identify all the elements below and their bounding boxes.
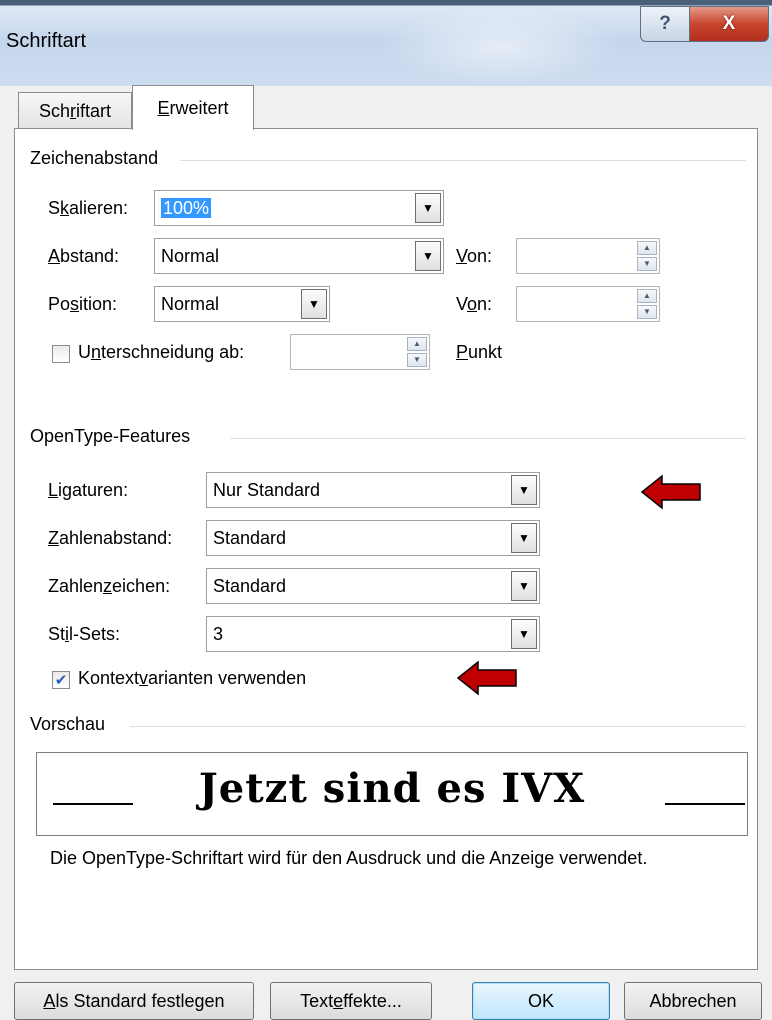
- spin-up-icon[interactable]: ▲: [637, 241, 657, 255]
- group-divider: [180, 160, 746, 161]
- ligaturen-value: Nur Standard: [213, 480, 321, 500]
- preview-sample: Jetzt sind es IVX: [198, 765, 586, 812]
- skalieren-select[interactable]: 100% ▼: [154, 190, 444, 226]
- chevron-down-icon[interactable]: ▼: [415, 193, 441, 223]
- position-label: Position:: [48, 294, 118, 314]
- group-title-opentype: OpenType-Features: [30, 426, 201, 447]
- checkmark-icon: ✔: [54, 672, 68, 689]
- chevron-down-icon[interactable]: ▼: [511, 475, 537, 505]
- spin-up-icon[interactable]: ▲: [407, 337, 427, 351]
- annotation-arrow-icon: [456, 660, 517, 696]
- group-title-zeichenabstand: Zeichenabstand: [30, 148, 169, 169]
- unterschneidung-spinner[interactable]: ▲ ▼: [290, 334, 430, 370]
- abstand-von-label: Von:: [456, 246, 493, 266]
- spin-down-icon[interactable]: ▼: [407, 353, 427, 367]
- chevron-down-icon[interactable]: ▼: [301, 289, 327, 319]
- zahlenabstand-select[interactable]: Standard ▼: [206, 520, 540, 556]
- tab-erweitert[interactable]: Erweitert: [132, 85, 254, 130]
- cancel-button[interactable]: Abbrechen: [624, 982, 762, 1020]
- abstand-von-spinner[interactable]: ▲ ▼: [516, 238, 660, 274]
- window-title: Schriftart: [6, 30, 87, 52]
- stilsets-label: Stil-Sets:: [48, 624, 121, 644]
- stilsets-value: 3: [213, 624, 224, 644]
- title-bar-glow: [380, 6, 620, 86]
- chevron-down-icon[interactable]: ▼: [415, 241, 441, 271]
- ligaturen-select[interactable]: Nur Standard ▼: [206, 472, 540, 508]
- spin-down-icon[interactable]: ▼: [637, 305, 657, 319]
- chevron-down-icon[interactable]: ▼: [511, 571, 537, 601]
- group-title-vorschau: Vorschau: [30, 714, 116, 735]
- punkt-label: Punkt: [456, 342, 503, 362]
- position-von-label: Von:: [456, 294, 493, 314]
- skalieren-label: Skalieren:: [48, 198, 129, 218]
- stilsets-select[interactable]: 3 ▼: [206, 616, 540, 652]
- group-divider: [130, 726, 746, 727]
- group-divider: [230, 438, 746, 439]
- tab-schriftart-label: Schriftart: [38, 101, 112, 121]
- zahlenzeichen-label: Zahlenzeichen:: [48, 576, 171, 596]
- chevron-down-icon[interactable]: ▼: [511, 523, 537, 553]
- text-effects-button[interactable]: Text e ffekte...: [270, 982, 432, 1020]
- help-button[interactable]: ?: [640, 6, 690, 42]
- spin-down-icon[interactable]: ▼: [637, 257, 657, 271]
- annotation-arrow-icon: [640, 474, 701, 510]
- ok-button[interactable]: OK: [472, 982, 610, 1020]
- position-von-spinner[interactable]: ▲ ▼: [516, 286, 660, 322]
- abstand-label: Abstand:: [48, 246, 120, 266]
- skalieren-value: 100%: [161, 198, 212, 218]
- abstand-value: Normal: [161, 246, 220, 266]
- spin-up-icon[interactable]: ▲: [637, 289, 657, 303]
- ligaturen-label: Ligaturen:: [48, 480, 129, 500]
- preview-box: Jetzt sind es IVX: [36, 752, 748, 836]
- zahlenzeichen-select[interactable]: Standard ▼: [206, 568, 540, 604]
- set-default-button[interactable]: Als Standard festlegen: [14, 982, 254, 1020]
- position-select[interactable]: Normal ▼: [154, 286, 330, 322]
- zahlenabstand-value: Standard: [213, 528, 287, 548]
- tab-schriftart[interactable]: Schriftart: [18, 92, 132, 130]
- abstand-select[interactable]: Normal ▼: [154, 238, 444, 274]
- zahlenabstand-label: Zahlenabstand:: [48, 528, 173, 548]
- unterschneidung-checkbox[interactable]: [52, 345, 70, 363]
- position-value: Normal: [161, 294, 220, 314]
- chevron-down-icon[interactable]: ▼: [511, 619, 537, 649]
- unterschneidung-label: Unterschneidung ab:: [78, 342, 245, 362]
- title-bar: Schriftart ? X: [0, 0, 772, 86]
- tab-erweitert-label: Erweitert: [157, 97, 229, 118]
- kontextvarianten-checkbox[interactable]: ✔: [52, 671, 70, 689]
- zahlenzeichen-value: Standard: [213, 576, 287, 596]
- close-button[interactable]: X: [689, 6, 769, 42]
- preview-line-right: [665, 803, 745, 805]
- preview-description: Die OpenType-Schriftart wird für den Aus…: [50, 848, 648, 868]
- kontextvarianten-label: Kontextvarianten verwenden: [78, 668, 307, 688]
